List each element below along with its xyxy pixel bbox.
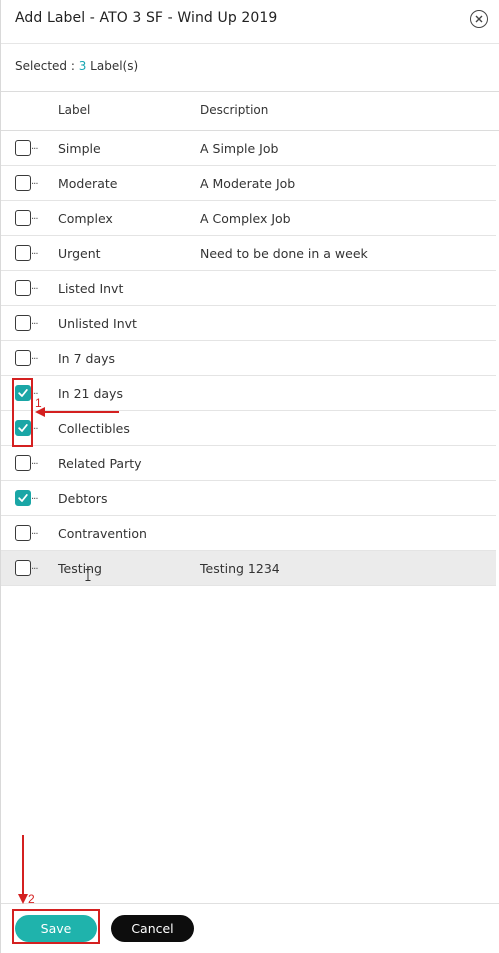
row-checkbox[interactable] [15, 350, 31, 366]
text-cursor-icon [85, 569, 91, 581]
selection-suffix: Label(s) [86, 59, 139, 73]
cancel-button[interactable]: Cancel [111, 915, 194, 942]
table-header: Label Description [1, 92, 499, 131]
truncation-ellipsis-icon: ... [31, 316, 38, 327]
truncation-ellipsis-icon: ... [31, 456, 38, 467]
row-label: Related Party [58, 456, 142, 471]
row-checkbox[interactable] [15, 245, 31, 261]
row-checkbox[interactable] [15, 455, 31, 471]
row-label: Listed Invt [58, 281, 124, 296]
check-icon [18, 494, 28, 502]
truncation-ellipsis-icon: ... [31, 141, 38, 152]
annotation-box-checkboxes [12, 378, 33, 447]
row-label: Collectibles [58, 421, 130, 436]
row-description: A Complex Job [200, 211, 291, 226]
selection-prefix: Selected : [15, 59, 79, 73]
row-label: In 7 days [58, 351, 116, 366]
add-label-dialog: Add Label - ATO 3 SF - Wind Up 2019 Sele… [0, 0, 499, 953]
annotation-step-1: 1 [35, 396, 42, 410]
table-row[interactable]: ... Debtors [1, 481, 496, 516]
row-label: Testing [58, 561, 102, 576]
truncation-ellipsis-icon: ... [31, 561, 38, 572]
table-row[interactable]: ... Collectibles [1, 411, 496, 446]
table-row[interactable]: ... In 7 days [1, 341, 496, 376]
row-label: Contravention [58, 526, 147, 541]
row-description: Testing 1234 [200, 561, 280, 576]
row-label: Debtors [58, 491, 108, 506]
row-checkbox[interactable] [15, 140, 31, 156]
dialog-header: Add Label - ATO 3 SF - Wind Up 2019 [1, 0, 499, 44]
truncation-ellipsis-icon: ... [31, 491, 38, 502]
table-row[interactable]: ... Simple A Simple Job [1, 131, 496, 166]
annotation-box-save [12, 909, 100, 944]
table-row[interactable]: ... Listed Invt [1, 271, 496, 306]
table-row[interactable]: ... Urgent Need to be done in a week [1, 236, 496, 271]
row-checkbox[interactable] [15, 560, 31, 576]
row-checkbox[interactable] [15, 210, 31, 226]
close-icon[interactable] [470, 10, 488, 28]
selection-summary: Selected : 3 Label(s) [1, 44, 499, 92]
row-checkbox[interactable] [15, 175, 31, 191]
table-row[interactable]: ... Unlisted Invt [1, 306, 496, 341]
table-row[interactable]: ... Contravention [1, 516, 496, 551]
table-row[interactable]: ... Testing Testing 1234 [1, 551, 496, 586]
truncation-ellipsis-icon: ... [31, 211, 38, 222]
row-checkbox[interactable] [15, 315, 31, 331]
truncation-ellipsis-icon: ... [31, 246, 38, 257]
dialog-title: Add Label - ATO 3 SF - Wind Up 2019 [15, 10, 278, 26]
row-label: Complex [58, 211, 113, 226]
annotation-step-2: 2 [28, 892, 35, 906]
table-row[interactable]: ... In 21 days [1, 376, 496, 411]
row-description: A Moderate Job [200, 176, 296, 191]
column-header-label: Label [58, 103, 91, 117]
row-checkbox[interactable] [15, 280, 31, 296]
row-checkbox[interactable] [15, 525, 31, 541]
table-row[interactable]: ... Moderate A Moderate Job [1, 166, 496, 201]
row-checkbox[interactable] [15, 490, 31, 506]
row-label: Unlisted Invt [58, 316, 137, 331]
row-label: In 21 days [58, 386, 123, 401]
truncation-ellipsis-icon: ... [31, 526, 38, 537]
label-table-body: ... Simple A Simple Job... Moderate A Modera… [1, 131, 499, 586]
table-row[interactable]: ... Complex A Complex Job [1, 201, 496, 236]
row-label: Moderate [58, 176, 118, 191]
row-label: Simple [58, 141, 101, 156]
column-header-description: Description [200, 103, 269, 117]
truncation-ellipsis-icon: ... [31, 351, 38, 362]
row-description: A Simple Job [200, 141, 279, 156]
row-description: Need to be done in a week [200, 246, 368, 261]
truncation-ellipsis-icon: ... [31, 281, 38, 292]
truncation-ellipsis-icon: ... [31, 176, 38, 187]
row-label: Urgent [58, 246, 101, 261]
table-row[interactable]: ... Related Party [1, 446, 496, 481]
